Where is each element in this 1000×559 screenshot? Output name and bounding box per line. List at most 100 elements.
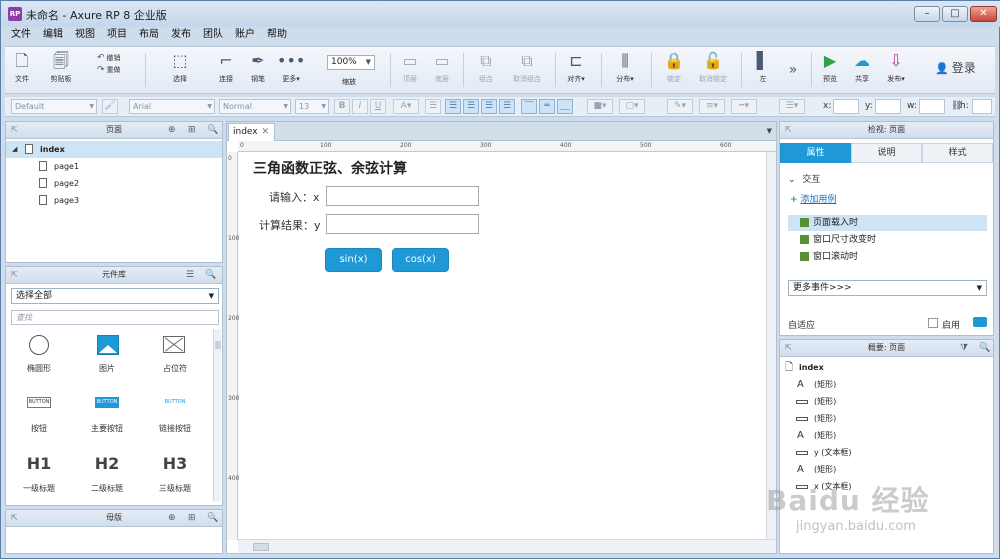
preview-button[interactable]: ▶ 预览 bbox=[817, 50, 843, 84]
menu-edit[interactable]: 编辑 bbox=[37, 28, 69, 44]
line-width-button[interactable]: ≡▾ bbox=[699, 99, 725, 114]
interaction-section[interactable]: ⌄ 交互 bbox=[788, 172, 820, 185]
add-case-link[interactable]: + 添加用例 bbox=[790, 192, 836, 205]
search-icon[interactable]: 🔍 bbox=[207, 122, 218, 138]
scrollbar-thumb[interactable] bbox=[215, 341, 221, 349]
menu-view[interactable]: 视图 bbox=[69, 28, 101, 44]
search-icon[interactable]: 🔍 bbox=[207, 510, 218, 526]
valign-middle-button[interactable]: ═ bbox=[539, 99, 555, 114]
outline-item[interactable]: y (文本框) bbox=[780, 444, 993, 461]
result-y-label[interactable]: 计算结果：y bbox=[259, 217, 321, 233]
page-item-page2[interactable]: page2 bbox=[6, 175, 222, 192]
outline-item[interactable]: (矩形) bbox=[780, 393, 993, 410]
outline-item[interactable]: (矩形) bbox=[780, 410, 993, 427]
library-scrollbar[interactable] bbox=[213, 329, 221, 501]
font-color-button[interactable]: A▾ bbox=[393, 99, 419, 114]
redo-button[interactable]: ↷ 重做 bbox=[97, 65, 121, 75]
menu-help[interactable]: 帮助 bbox=[261, 28, 293, 44]
search-icon[interactable]: 🔍 bbox=[205, 267, 216, 283]
width-input[interactable] bbox=[919, 99, 945, 114]
font-select[interactable]: Arial ▼ bbox=[129, 99, 215, 114]
y-input[interactable] bbox=[875, 99, 901, 114]
align-button[interactable]: ⊏ 对齐▾ bbox=[563, 50, 589, 84]
tab-notes[interactable]: 说明 bbox=[851, 143, 922, 163]
widget-h1[interactable]: H1 一级标题 bbox=[6, 453, 72, 494]
event-window-scroll[interactable]: 窗口滚动时 bbox=[788, 249, 987, 265]
search-icon[interactable]: 🔍 bbox=[979, 340, 990, 356]
design-page-title[interactable]: 三角函数正弦、余弦计算 bbox=[253, 158, 407, 178]
scrollbar-thumb[interactable] bbox=[253, 543, 269, 551]
page-item-page3[interactable]: page3 bbox=[6, 192, 222, 209]
add-folder-icon[interactable]: ⊞ bbox=[188, 510, 196, 526]
pin-icon[interactable]: ⇱ bbox=[11, 510, 18, 526]
font-weight-select[interactable]: Normal ▼ bbox=[219, 99, 291, 114]
menu-team[interactable]: 团队 bbox=[197, 28, 229, 44]
publish-button[interactable]: ⇩ 发布▾ bbox=[881, 50, 911, 84]
menu-layout[interactable]: 布局 bbox=[133, 28, 165, 44]
tab-properties[interactable]: 属性 bbox=[780, 143, 851, 163]
canvas-horizontal-scrollbar[interactable] bbox=[238, 539, 776, 553]
input-x-field[interactable] bbox=[326, 186, 479, 206]
bold-button[interactable]: B bbox=[334, 99, 350, 114]
add-page-icon[interactable]: ⊕ bbox=[168, 122, 176, 138]
send-to-bottom-button[interactable]: ▭ 底层 bbox=[429, 50, 455, 84]
adaptive-views-icon[interactable] bbox=[973, 317, 987, 327]
widget-image[interactable]: 图片 bbox=[74, 333, 140, 374]
align-left-text-button[interactable]: ☰ bbox=[445, 99, 461, 114]
lock-button[interactable]: 🔒 锁定 bbox=[661, 50, 687, 84]
pin-icon[interactable]: ⇱ bbox=[785, 340, 792, 356]
library-select[interactable]: 选择全部 ▼ bbox=[11, 288, 219, 304]
outline-item[interactable]: A (矩形) bbox=[780, 427, 993, 444]
result-y-field[interactable] bbox=[326, 214, 479, 234]
fill-color-button[interactable]: ■▾ bbox=[587, 99, 613, 114]
ungroup-button[interactable]: ⧉ 取消组合 bbox=[507, 50, 547, 84]
pen-button[interactable]: ✒ 钢笔 bbox=[245, 50, 271, 84]
add-folder-icon[interactable]: ⊞ bbox=[188, 122, 196, 138]
distribute-button[interactable]: ⫼ 分布▾ bbox=[611, 50, 639, 84]
sin-button[interactable]: sin(x) bbox=[325, 248, 382, 272]
bring-to-top-button[interactable]: ▭ 顶层 bbox=[397, 50, 423, 84]
select-button[interactable]: ⬚ 选择 bbox=[155, 50, 205, 84]
input-x-label[interactable]: 请输入：x bbox=[269, 189, 320, 205]
align-center-text-button[interactable]: ☰ bbox=[463, 99, 479, 114]
add-master-icon[interactable]: ⊕ bbox=[168, 510, 176, 526]
pin-icon[interactable]: ⇱ bbox=[785, 122, 792, 138]
widget-link-button[interactable]: BUTTON 链接按钮 bbox=[142, 393, 208, 434]
minimize-button[interactable]: – bbox=[914, 6, 940, 22]
line-style-button[interactable]: ┅▾ bbox=[731, 99, 757, 114]
maximize-button[interactable]: □ bbox=[942, 6, 968, 22]
outline-item[interactable]: x (文本框) bbox=[780, 478, 993, 495]
cos-button[interactable]: cos(x) bbox=[392, 248, 449, 272]
widget-placeholder[interactable]: 占位符 bbox=[142, 333, 208, 374]
bullet-list-button[interactable]: ☰ bbox=[425, 99, 441, 114]
outline-item[interactable]: A (矩形) bbox=[780, 376, 993, 393]
more-button[interactable]: ••• 更多▾ bbox=[277, 50, 305, 84]
file-button[interactable]: 🗋 文件 bbox=[11, 50, 33, 84]
justify-text-button[interactable]: ☰ bbox=[499, 99, 515, 114]
align-right-text-button[interactable]: ☰ bbox=[481, 99, 497, 114]
tab-style[interactable]: 样式 bbox=[922, 143, 993, 163]
x-input[interactable] bbox=[833, 99, 859, 114]
widget-ellipse[interactable]: 椭圆形 bbox=[6, 333, 72, 374]
event-page-load[interactable]: 页面载入时 bbox=[788, 215, 987, 231]
close-button[interactable]: ✕ bbox=[970, 6, 997, 22]
canvas-vertical-scrollbar[interactable] bbox=[766, 152, 776, 540]
widget-h3[interactable]: H3 三级标题 bbox=[142, 453, 208, 494]
style-manager-button[interactable]: 🖌 bbox=[102, 99, 118, 114]
caret-down-icon[interactable]: ◢ bbox=[12, 141, 17, 158]
shadow-button[interactable]: ▢▾ bbox=[619, 99, 645, 114]
zoom-select[interactable]: 100% ▼ bbox=[327, 55, 375, 70]
tab-menu-icon[interactable]: ▼ bbox=[767, 127, 772, 135]
menu-account[interactable]: 账户 bbox=[229, 28, 261, 44]
share-button[interactable]: ☁ 共享 bbox=[849, 50, 875, 84]
login-button[interactable]: 👤 登录 bbox=[935, 59, 976, 76]
arrow-style-button[interactable]: ☰▾ bbox=[779, 99, 805, 114]
widget-button[interactable]: BUTTON 按钮 bbox=[6, 393, 72, 434]
group-button[interactable]: ⧉ 组合 bbox=[473, 50, 499, 84]
widget-primary-button[interactable]: BUTTON 主要按钮 bbox=[74, 393, 140, 434]
valign-bottom-button[interactable]: ⎽ bbox=[557, 99, 573, 114]
menu-publish[interactable]: 发布 bbox=[165, 28, 197, 44]
valign-top-button[interactable]: ⎺ bbox=[521, 99, 537, 114]
underline-button[interactable]: U bbox=[370, 99, 386, 114]
menu-project[interactable]: 项目 bbox=[101, 28, 133, 44]
